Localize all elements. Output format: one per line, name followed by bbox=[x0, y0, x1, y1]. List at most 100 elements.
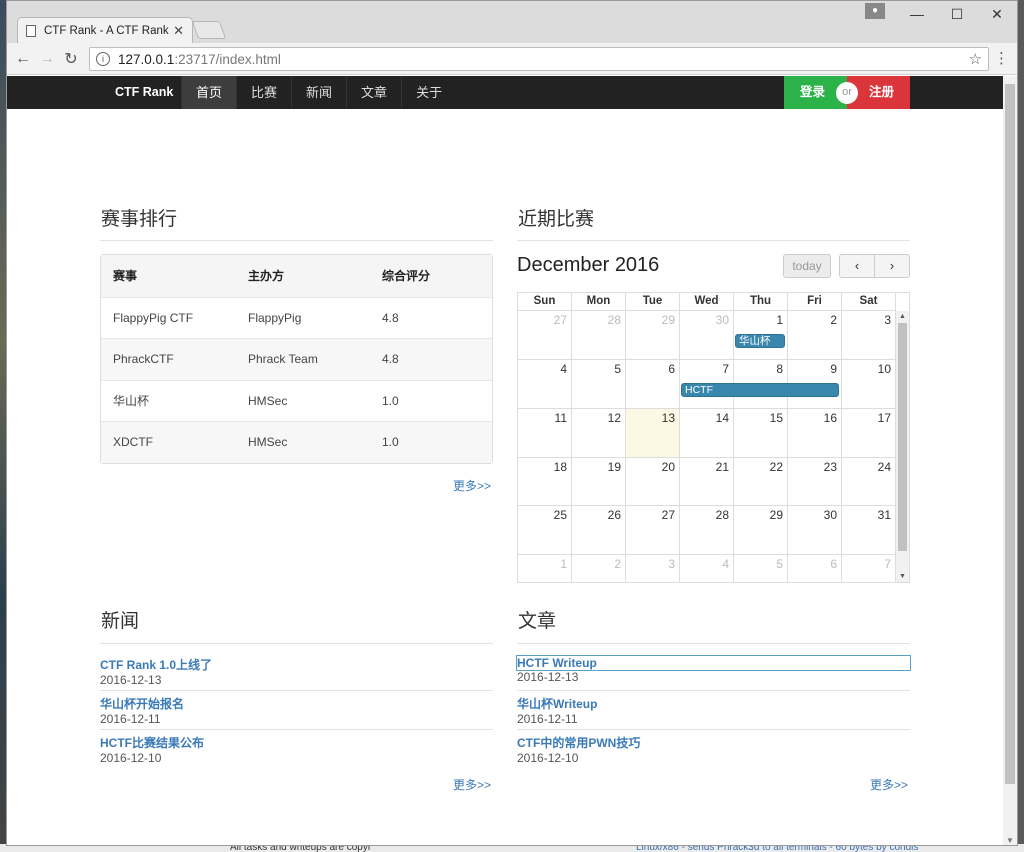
article-item-date: 2016-12-10 bbox=[517, 751, 579, 765]
calendar-day[interactable]: 5 bbox=[734, 555, 788, 582]
maximize-icon[interactable]: ☐ bbox=[937, 1, 977, 29]
calendar-event[interactable]: HCTF bbox=[681, 383, 839, 397]
news-item-title[interactable]: HCTF比赛结果公布 bbox=[100, 734, 493, 751]
calendar-day[interactable]: 3 bbox=[626, 555, 680, 582]
calendar-day[interactable]: 6 bbox=[788, 555, 842, 582]
table-row[interactable]: PhrackCTF Phrack Team 4.8 bbox=[101, 338, 492, 380]
calendar-day[interactable]: 2 bbox=[788, 311, 842, 359]
calendar-day[interactable]: 14 bbox=[680, 409, 734, 457]
ranking-table: 赛事 主办方 综合评分 FlappyPig CTF FlappyPig 4.8 … bbox=[100, 254, 493, 464]
back-icon[interactable]: ← bbox=[11, 50, 35, 68]
news-item[interactable]: CTF Rank 1.0上线了 2016-12-13 bbox=[100, 656, 493, 687]
calendar-event[interactable]: 华山杯 bbox=[735, 334, 785, 348]
nav-item-articles[interactable]: 文章 bbox=[346, 76, 401, 109]
calendar-day[interactable]: 24 bbox=[842, 458, 896, 505]
articles-more-link[interactable]: 更多>> bbox=[870, 776, 908, 793]
calendar-day[interactable]: 25 bbox=[518, 506, 572, 554]
news-item-title[interactable]: 华山杯开始报名 bbox=[100, 695, 493, 712]
calendar-day[interactable]: 3 bbox=[842, 311, 896, 359]
news-divider bbox=[100, 643, 493, 644]
profile-icon[interactable]: ● bbox=[865, 3, 885, 19]
article-item-title[interactable]: HCTF Writeup bbox=[516, 655, 911, 671]
news-item[interactable]: 华山杯开始报名 2016-12-11 bbox=[100, 695, 493, 726]
news-item-title[interactable]: CTF Rank 1.0上线了 bbox=[100, 656, 493, 673]
calendar-day[interactable]: 6 bbox=[626, 360, 680, 408]
calendar-day[interactable]: 7 bbox=[842, 555, 896, 582]
calendar-day[interactable]: 2 bbox=[572, 555, 626, 582]
day-number: 4 bbox=[722, 557, 729, 571]
scroll-down-icon[interactable]: ▼ bbox=[896, 573, 909, 580]
scroll-down-icon[interactable]: ▼ bbox=[1003, 836, 1017, 845]
day-number: 13 bbox=[661, 411, 675, 425]
minimize-icon[interactable]: — bbox=[897, 1, 937, 29]
calendar-day[interactable]: 22 bbox=[734, 458, 788, 505]
today-button[interactable]: today bbox=[783, 254, 831, 278]
calendar-day[interactable]: 5 bbox=[572, 360, 626, 408]
new-tab-button[interactable] bbox=[191, 21, 227, 39]
calendar-day[interactable]: 20 bbox=[626, 458, 680, 505]
nav-item-news[interactable]: 新闻 bbox=[291, 76, 346, 109]
news-more-link[interactable]: 更多>> bbox=[453, 776, 491, 793]
site-navbar: CTF Rank 首页 比赛 新闻 文章 关于 登录 注册 or bbox=[7, 76, 1003, 109]
calendar-day[interactable]: 12 bbox=[572, 409, 626, 457]
calendar-day[interactable]: 27 bbox=[518, 311, 572, 359]
article-item-title[interactable]: CTF中的常用PWN技巧 bbox=[517, 734, 910, 751]
table-row[interactable]: XDCTF HMSec 1.0 bbox=[101, 421, 492, 463]
next-month-button[interactable]: › bbox=[875, 254, 910, 278]
reload-icon[interactable]: ↻ bbox=[59, 49, 83, 69]
nav-item-home[interactable]: 首页 bbox=[181, 76, 237, 109]
calendar-day[interactable]: 17 bbox=[842, 409, 896, 457]
calendar-day[interactable]: 18 bbox=[518, 458, 572, 505]
address-bar[interactable]: i 127.0.0.1:23717/index.html ☆ bbox=[89, 47, 989, 71]
prev-month-button[interactable]: ‹ bbox=[839, 254, 875, 278]
news-item[interactable]: HCTF比赛结果公布 2016-12-10 bbox=[100, 734, 493, 765]
calendar-day[interactable]: 10 bbox=[842, 360, 896, 408]
calendar-day[interactable]: 29 bbox=[626, 311, 680, 359]
forward-icon[interactable]: → bbox=[35, 50, 59, 68]
table-row[interactable]: 华山杯 HMSec 1.0 bbox=[101, 379, 492, 422]
article-item[interactable]: CTF中的常用PWN技巧 2016-12-10 bbox=[517, 734, 910, 765]
calendar-day[interactable]: 15 bbox=[734, 409, 788, 457]
calendar-day[interactable]: 23 bbox=[788, 458, 842, 505]
close-tab-icon[interactable]: ✕ bbox=[173, 23, 184, 39]
calendar-day[interactable]: 30 bbox=[788, 506, 842, 554]
calendar-day[interactable]: 31 bbox=[842, 506, 896, 554]
calendar-scrollbar[interactable]: ▲ ▼ bbox=[896, 311, 909, 582]
calendar-day[interactable]: 27 bbox=[626, 506, 680, 554]
calendar-day[interactable]: 29 bbox=[734, 506, 788, 554]
close-window-icon[interactable]: ✕ bbox=[977, 1, 1017, 29]
calendar-day[interactable]: 16 bbox=[788, 409, 842, 457]
table-row[interactable]: FlappyPig CTF FlappyPig 4.8 bbox=[101, 296, 492, 339]
nav-item-contests[interactable]: 比赛 bbox=[236, 76, 291, 109]
day-number: 21 bbox=[715, 460, 729, 474]
calendar-nav: ‹ › bbox=[839, 254, 910, 278]
browser-menu-icon[interactable]: ⋮ bbox=[994, 49, 1009, 67]
info-icon[interactable]: i bbox=[96, 52, 110, 66]
day-number: 6 bbox=[830, 557, 837, 571]
calendar-day[interactable]: 19 bbox=[572, 458, 626, 505]
calendar-scroll-thumb[interactable] bbox=[898, 323, 907, 551]
calendar-day[interactable]: 28 bbox=[680, 506, 734, 554]
calendar-day[interactable]: 11 bbox=[518, 409, 572, 457]
day-number: 1 bbox=[560, 557, 567, 571]
calendar-day[interactable]: 21 bbox=[680, 458, 734, 505]
calendar-day[interactable]: 26 bbox=[572, 506, 626, 554]
article-item[interactable]: HCTF Writeup 2016-12-13 bbox=[516, 655, 911, 684]
article-item-title[interactable]: 华山杯Writeup bbox=[517, 695, 910, 712]
scroll-up-icon[interactable]: ▲ bbox=[896, 313, 909, 320]
calendar-day[interactable]: 30 bbox=[680, 311, 734, 359]
ranking-more-link[interactable]: 更多>> bbox=[453, 477, 491, 494]
calendar-day[interactable]: 28 bbox=[572, 311, 626, 359]
browser-tab[interactable]: CTF Rank - A CTF Rank ✕ bbox=[17, 17, 193, 43]
site-brand[interactable]: CTF Rank bbox=[115, 76, 173, 109]
nav-item-about[interactable]: 关于 bbox=[401, 76, 456, 109]
page-scroll-thumb[interactable] bbox=[1005, 84, 1015, 784]
day-number: 2 bbox=[614, 557, 621, 571]
calendar-day[interactable]: 4 bbox=[680, 555, 734, 582]
bookmark-star-icon[interactable]: ☆ bbox=[969, 50, 982, 68]
calendar-day-today[interactable]: 13 bbox=[626, 409, 680, 457]
calendar-day[interactable]: 4 bbox=[518, 360, 572, 408]
calendar-day[interactable]: 1 bbox=[518, 555, 572, 582]
article-item[interactable]: 华山杯Writeup 2016-12-11 bbox=[517, 695, 910, 726]
page-scrollbar[interactable]: ▼ bbox=[1003, 76, 1017, 845]
